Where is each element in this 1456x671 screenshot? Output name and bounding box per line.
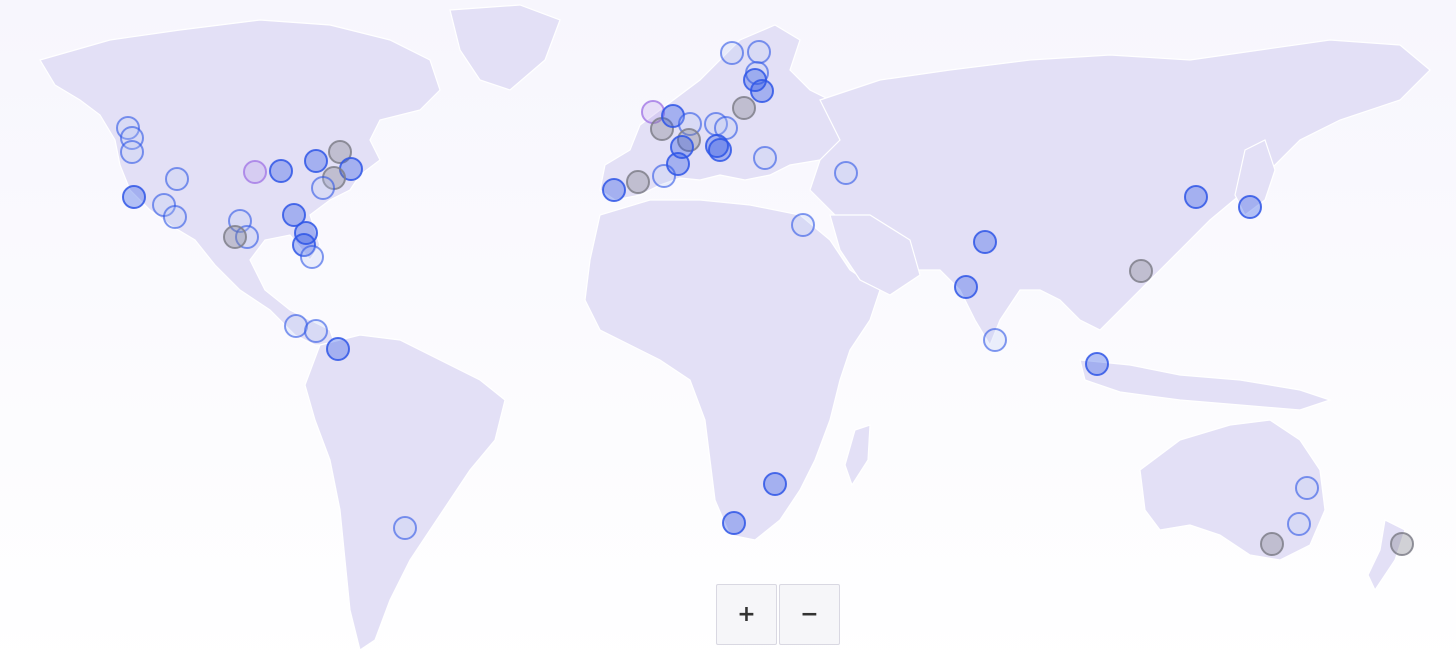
location-marker[interactable] <box>1085 352 1109 376</box>
location-marker[interactable] <box>791 213 815 237</box>
location-marker[interactable] <box>747 40 771 64</box>
location-marker[interactable] <box>626 170 650 194</box>
location-marker[interactable] <box>326 337 350 361</box>
location-marker[interactable] <box>1129 259 1153 283</box>
asia <box>809 39 1431 347</box>
location-marker[interactable] <box>670 135 694 159</box>
location-marker[interactable] <box>1295 476 1319 500</box>
location-marker[interactable] <box>722 511 746 535</box>
location-marker[interactable] <box>1390 532 1414 556</box>
location-marker[interactable] <box>973 230 997 254</box>
location-marker[interactable] <box>300 245 324 269</box>
location-marker[interactable] <box>708 138 732 162</box>
location-marker[interactable] <box>732 96 756 120</box>
location-marker[interactable] <box>602 178 626 202</box>
location-marker[interactable] <box>954 275 978 299</box>
location-marker[interactable] <box>304 319 328 343</box>
map-canvas[interactable] <box>0 0 1456 671</box>
zoom-in-button[interactable]: + <box>716 584 777 645</box>
north-america <box>39 19 441 346</box>
location-marker[interactable] <box>122 185 146 209</box>
location-marker[interactable] <box>763 472 787 496</box>
location-marker[interactable] <box>269 159 293 183</box>
world-map[interactable]: + − <box>0 0 1456 671</box>
africa <box>584 199 881 541</box>
location-marker[interactable] <box>243 160 267 184</box>
southeast-asia-islands <box>1079 359 1332 411</box>
location-marker[interactable] <box>163 205 187 229</box>
south-america <box>304 334 506 651</box>
location-marker[interactable] <box>1184 185 1208 209</box>
location-marker[interactable] <box>750 79 774 103</box>
location-marker[interactable] <box>223 225 247 249</box>
location-marker[interactable] <box>165 167 189 191</box>
location-marker[interactable] <box>983 328 1007 352</box>
greenland <box>449 4 561 91</box>
zoom-out-button[interactable]: − <box>779 584 840 645</box>
location-marker[interactable] <box>1238 195 1262 219</box>
location-marker[interactable] <box>1287 512 1311 536</box>
location-marker[interactable] <box>834 161 858 185</box>
zoom-controls: + − <box>716 584 840 645</box>
location-marker[interactable] <box>393 516 417 540</box>
madagascar <box>844 424 871 487</box>
location-marker[interactable] <box>304 149 328 173</box>
location-marker[interactable] <box>720 41 744 65</box>
location-marker[interactable] <box>311 176 335 200</box>
location-marker[interactable] <box>1260 532 1284 556</box>
location-marker[interactable] <box>120 140 144 164</box>
location-marker[interactable] <box>753 146 777 170</box>
location-marker[interactable] <box>284 314 308 338</box>
